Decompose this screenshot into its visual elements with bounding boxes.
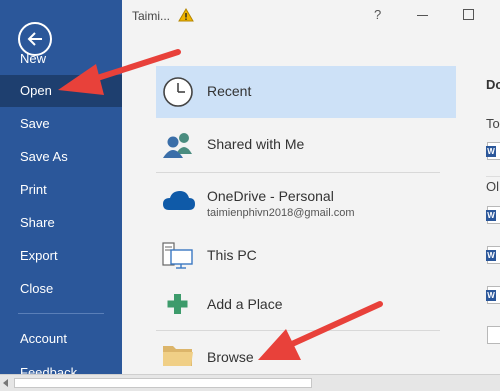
word-document-icon[interactable]: W: [486, 142, 500, 160]
location-label: Browse: [207, 349, 254, 365]
group-divider: [486, 176, 500, 177]
scrollbar-thumb[interactable]: [14, 378, 312, 388]
nav-save-as[interactable]: Save As: [0, 141, 122, 173]
scroll-left-icon[interactable]: [3, 379, 8, 387]
location-label: Shared with Me: [207, 136, 305, 152]
nav-share[interactable]: Share: [0, 207, 122, 239]
nav-feedback[interactable]: Feedback: [20, 366, 77, 374]
recent-documents-panel: Do To W Ol W W W: [470, 34, 500, 374]
nav-save[interactable]: Save: [0, 108, 122, 140]
location-divider: [156, 172, 440, 173]
clock-icon: [163, 77, 193, 107]
nav-print[interactable]: Print: [0, 174, 122, 206]
window-title: Taimi...: [132, 9, 171, 23]
nav-new[interactable]: New: [20, 52, 46, 64]
nav-close[interactable]: Close: [0, 273, 122, 305]
location-email: taimienphivn2018@gmail.com: [207, 207, 355, 219]
location-browse[interactable]: Browse: [156, 336, 456, 374]
plus-icon: [167, 294, 188, 314]
warning-icon[interactable]: [178, 8, 194, 22]
word-document-icon[interactable]: W: [486, 286, 500, 304]
minimize-button[interactable]: [417, 15, 428, 16]
sidebar-divider: [18, 313, 104, 314]
nav-open[interactable]: Open: [0, 75, 122, 107]
maximize-button[interactable]: [463, 9, 474, 20]
location-shared-with-me[interactable]: Shared with Me: [156, 122, 456, 168]
computer-icon: [162, 242, 193, 269]
document-icon[interactable]: [487, 326, 500, 344]
back-button[interactable]: [18, 22, 52, 56]
back-arrow-icon: [27, 32, 42, 46]
help-button[interactable]: ?: [374, 7, 381, 22]
location-label: Add a Place: [207, 296, 283, 312]
location-label: Recent: [207, 83, 252, 99]
location-divider: [156, 330, 440, 331]
folder-icon: [163, 346, 193, 366]
nav-export[interactable]: Export: [0, 240, 122, 272]
cloud-icon: [163, 191, 195, 210]
location-onedrive-personal[interactable]: OneDrive - Personal taimienphivn2018@gma…: [156, 176, 456, 228]
location-this-pc[interactable]: This PC: [156, 234, 456, 278]
title-bar: Taimi... ?: [122, 0, 500, 34]
location-add-a-place[interactable]: Add a Place: [156, 282, 456, 326]
location-label: This PC: [207, 247, 257, 263]
people-icon: [163, 133, 192, 158]
nav-account[interactable]: Account: [0, 323, 122, 355]
location-recent[interactable]: Recent: [156, 66, 456, 118]
backstage-sidebar: New Open Save Save As Print Share Export…: [0, 0, 122, 391]
group-older-label: Ol: [486, 179, 499, 194]
word-document-icon[interactable]: W: [486, 246, 500, 264]
horizontal-scrollbar[interactable]: [0, 374, 500, 391]
documents-heading: Do: [486, 77, 500, 92]
word-document-icon[interactable]: W: [486, 206, 500, 224]
location-label: OneDrive - Personal: [207, 188, 334, 204]
group-today-label: To: [486, 116, 500, 131]
